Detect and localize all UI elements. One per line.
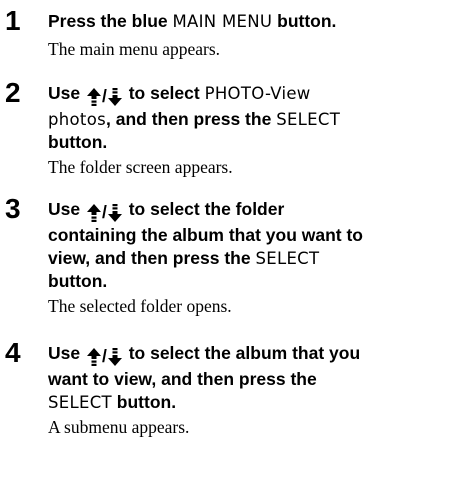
instruction-text: containing the album that you want to — [48, 225, 363, 245]
step-result: The folder screen appears. — [48, 157, 233, 177]
ui-label: photos — [48, 110, 106, 129]
instruction-text: Use — [48, 199, 85, 219]
arrow-separator: / — [101, 346, 107, 366]
up-down-arrows-icon: / — [86, 201, 122, 224]
instruction-text: to select the folder — [123, 199, 285, 219]
step-number: 3 — [5, 193, 21, 224]
step-number: 1 — [5, 5, 21, 36]
step-instruction: Use / to select the folder containing the… — [48, 198, 446, 293]
ui-label: SELECT — [276, 110, 341, 129]
instruction-line: Use / to select the album that you — [48, 342, 446, 368]
instruction-line: Press the blue MAIN MENU button. — [48, 10, 446, 33]
up-arrow-icon — [86, 202, 101, 223]
ui-label: SELECT — [48, 393, 112, 412]
up-arrow-icon — [86, 86, 101, 107]
step-result: The selected folder opens. — [48, 296, 232, 316]
step-instruction: Use / to select the album that you want t… — [48, 342, 446, 414]
instruction-text: view, and then press the — [48, 248, 256, 268]
instruction-line: containing the album that you want to — [48, 224, 446, 247]
instruction-text: Use — [48, 343, 85, 363]
instruction-line: button. — [48, 270, 446, 293]
instruction-text: to select the album that you — [123, 343, 361, 363]
instruction-text: want to view, and then press the — [48, 369, 317, 389]
ui-label: MAIN MENU — [172, 12, 273, 31]
arrow-separator: / — [101, 202, 107, 222]
instruction-text: button. — [48, 132, 108, 152]
instruction-line: Use / to select PHOTO-View — [48, 82, 446, 108]
step-instruction: Press the blue MAIN MENU button. — [48, 10, 446, 33]
up-down-arrows-icon: / — [86, 85, 122, 108]
down-arrow-icon — [107, 86, 122, 107]
instruction-line: Use / to select the folder — [48, 198, 446, 224]
instruction-line: button. — [48, 131, 446, 154]
instruction-line: SELECT button. — [48, 391, 446, 414]
instruction-text: button. — [48, 271, 108, 291]
step-result: The main menu appears. — [48, 39, 221, 59]
instruction-text: to select — [123, 83, 205, 103]
instruction-line: photos, and then press the SELECT — [48, 108, 446, 131]
step-result: A submenu appears. — [48, 417, 190, 437]
instruction-text: Press the blue — [48, 11, 173, 31]
down-arrow-icon — [107, 346, 122, 367]
instruction-line: want to view, and then press the — [48, 368, 446, 391]
instruction-text: , and then press the — [106, 109, 277, 129]
step-number: 4 — [5, 337, 21, 368]
step-number: 2 — [5, 77, 21, 108]
arrow-separator: / — [101, 86, 107, 106]
instruction-text: Use — [48, 83, 85, 103]
instruction-text: button. — [111, 392, 177, 412]
ui-label: PHOTO-View — [204, 84, 311, 103]
ui-label: SELECT — [255, 249, 320, 268]
down-arrow-icon — [107, 202, 122, 223]
up-down-arrows-icon: / — [86, 345, 122, 368]
step-instruction: Use / to select PHOTO-View photos, and th… — [48, 82, 446, 154]
instruction-text: button. — [272, 11, 337, 31]
instruction-line: view, and then press the SELECT — [48, 247, 446, 270]
up-arrow-icon — [86, 346, 101, 367]
